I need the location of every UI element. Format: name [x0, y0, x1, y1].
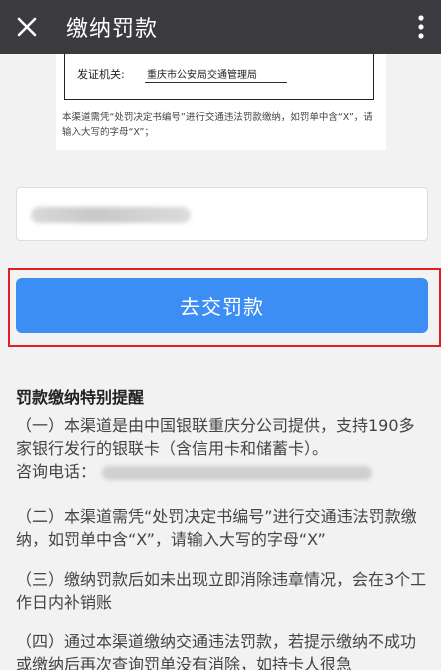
more-vertical-icon: [418, 15, 424, 39]
more-button[interactable]: [401, 0, 441, 54]
notice-paragraph-1-text: （一）本渠道是由中国银联重庆分公司提供，支持190多家银行发行的银联卡（含信用卡…: [16, 416, 415, 458]
sample-note: 本渠道需凭“处罚决定书编号”进行交通违法罚款缴纳，如罚单中含“X”，请输入大写的…: [62, 112, 373, 138]
blurred-phone-numbers: [102, 465, 373, 480]
notice-title: 罚款缴纳特别提醒: [16, 388, 145, 407]
pay-fine-button[interactable]: 去交罚款: [16, 278, 428, 333]
notice-paragraph-2: （二）本渠道需凭“处罚决定书编号”进行交通违法罚款缴纳，如罚单中含“X”，请输入…: [16, 507, 417, 549]
notice-paragraph-3: （三）缴纳罚款后如未出现立即消除违章情况，会在3个工作日内补销账: [16, 570, 427, 612]
ticket-number-input[interactable]: [16, 187, 428, 241]
notice-paragraph-4: （四）通过本渠道缴纳交通违法罚款，若提示缴纳不成功或缴纳后再次查询罚单没有消除，…: [16, 632, 417, 670]
issuing-authority-label: 发证机关:: [77, 68, 125, 81]
blurred-input-value: [31, 207, 191, 223]
page-title: 缴纳罚款: [66, 17, 159, 42]
sample-ticket-document: 发证机关: 重庆市公安局交通管理局: [64, 54, 374, 100]
issuing-authority-value: 重庆市公安局交通管理局: [145, 66, 287, 83]
title-bar: 缴纳罚款: [0, 0, 441, 54]
sample-ticket-image: 发证机关: 重庆市公安局交通管理局 本渠道需凭“处罚决定书编号”进行交通违法罚款…: [56, 54, 386, 150]
notice-paragraph-1: （一）本渠道是由中国银联重庆分公司提供，支持190多家银行发行的银联卡（含信用卡…: [16, 414, 430, 483]
close-icon: [17, 17, 37, 37]
phone-label: 咨询电话：: [16, 462, 97, 481]
close-button[interactable]: [0, 0, 54, 54]
